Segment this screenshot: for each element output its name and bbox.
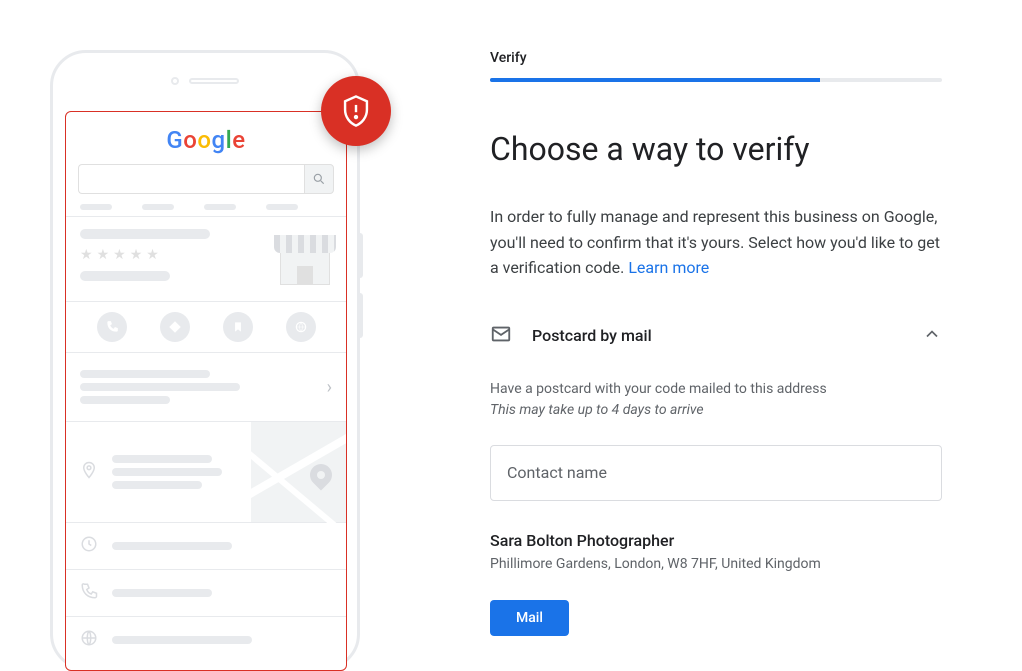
contact-name-input[interactable] bbox=[490, 445, 942, 501]
globe-outline-icon bbox=[80, 629, 98, 651]
storefront-icon bbox=[278, 235, 332, 285]
business-name: Sara Bolton Photographer bbox=[490, 531, 942, 550]
option-title: Postcard by mail bbox=[532, 326, 652, 345]
pin-icon bbox=[80, 461, 98, 483]
mail-button[interactable]: Mail bbox=[490, 600, 569, 636]
step-label: Verify bbox=[490, 50, 942, 66]
option-body: Have a postcard with your code mailed to… bbox=[490, 379, 942, 636]
progress-bar bbox=[490, 78, 942, 82]
learn-more-link[interactable]: Learn more bbox=[628, 258, 709, 277]
clock-icon bbox=[80, 535, 98, 557]
chevron-up-icon bbox=[922, 324, 942, 348]
directions-icon bbox=[160, 312, 190, 342]
phone-content: Google ★★★★★ bbox=[65, 111, 347, 671]
business-address: Phillimore Gardens, London, W8 7HF, Unit… bbox=[490, 556, 942, 572]
postcard-option-toggle[interactable]: Postcard by mail bbox=[490, 317, 942, 355]
alert-shield-icon bbox=[321, 76, 391, 146]
page-description: In order to fully manage and represent t… bbox=[490, 204, 942, 281]
phone-frame: Google ★★★★★ bbox=[50, 50, 360, 670]
helper-text-1: Have a postcard with your code mailed to… bbox=[490, 379, 942, 400]
mail-icon bbox=[490, 323, 512, 349]
search-icon bbox=[304, 164, 334, 194]
globe-icon bbox=[286, 312, 316, 342]
phone-icon bbox=[97, 312, 127, 342]
helper-text-2: This may take up to 4 days to arrive bbox=[490, 400, 942, 421]
page-title: Choose a way to verify bbox=[490, 130, 942, 168]
bookmark-icon bbox=[223, 312, 253, 342]
google-logo: Google bbox=[66, 126, 346, 154]
phone-outline-icon bbox=[80, 582, 98, 604]
chevron-right-icon: › bbox=[327, 377, 332, 398]
search-bar bbox=[78, 164, 334, 194]
map-thumbnail bbox=[251, 422, 346, 522]
illustration-panel: Google ★★★★★ bbox=[0, 0, 420, 666]
form-panel: Verify Choose a way to verify In order t… bbox=[420, 0, 1022, 666]
